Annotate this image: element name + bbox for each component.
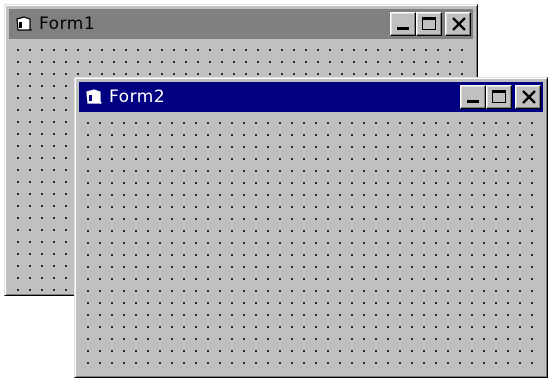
form2-title: Form2 [109,86,166,107]
form1-title: Form1 [39,13,96,34]
form1-titlebar[interactable]: Form1 [9,9,473,39]
form1-close-button[interactable] [445,12,471,36]
form2-window[interactable]: Form2 [74,77,548,378]
close-icon [452,17,466,31]
form2-titlebar[interactable]: Form2 [79,82,543,112]
form1-maximize-button[interactable] [416,12,442,36]
form-window-icon[interactable] [15,15,33,33]
minimize-icon [397,27,409,30]
form2-caption-buttons [460,85,541,109]
close-icon [522,90,536,104]
form-window-icon[interactable] [85,88,103,106]
form2-maximize-button[interactable] [486,85,512,109]
maximize-icon [422,17,436,30]
form2-close-button[interactable] [515,85,541,109]
maximize-icon [492,90,506,103]
minimize-icon [467,100,479,103]
form1-minimize-button[interactable] [390,12,416,36]
form2-minimize-button[interactable] [460,85,486,109]
form2-design-surface[interactable] [79,114,543,373]
form1-caption-buttons [390,12,471,36]
